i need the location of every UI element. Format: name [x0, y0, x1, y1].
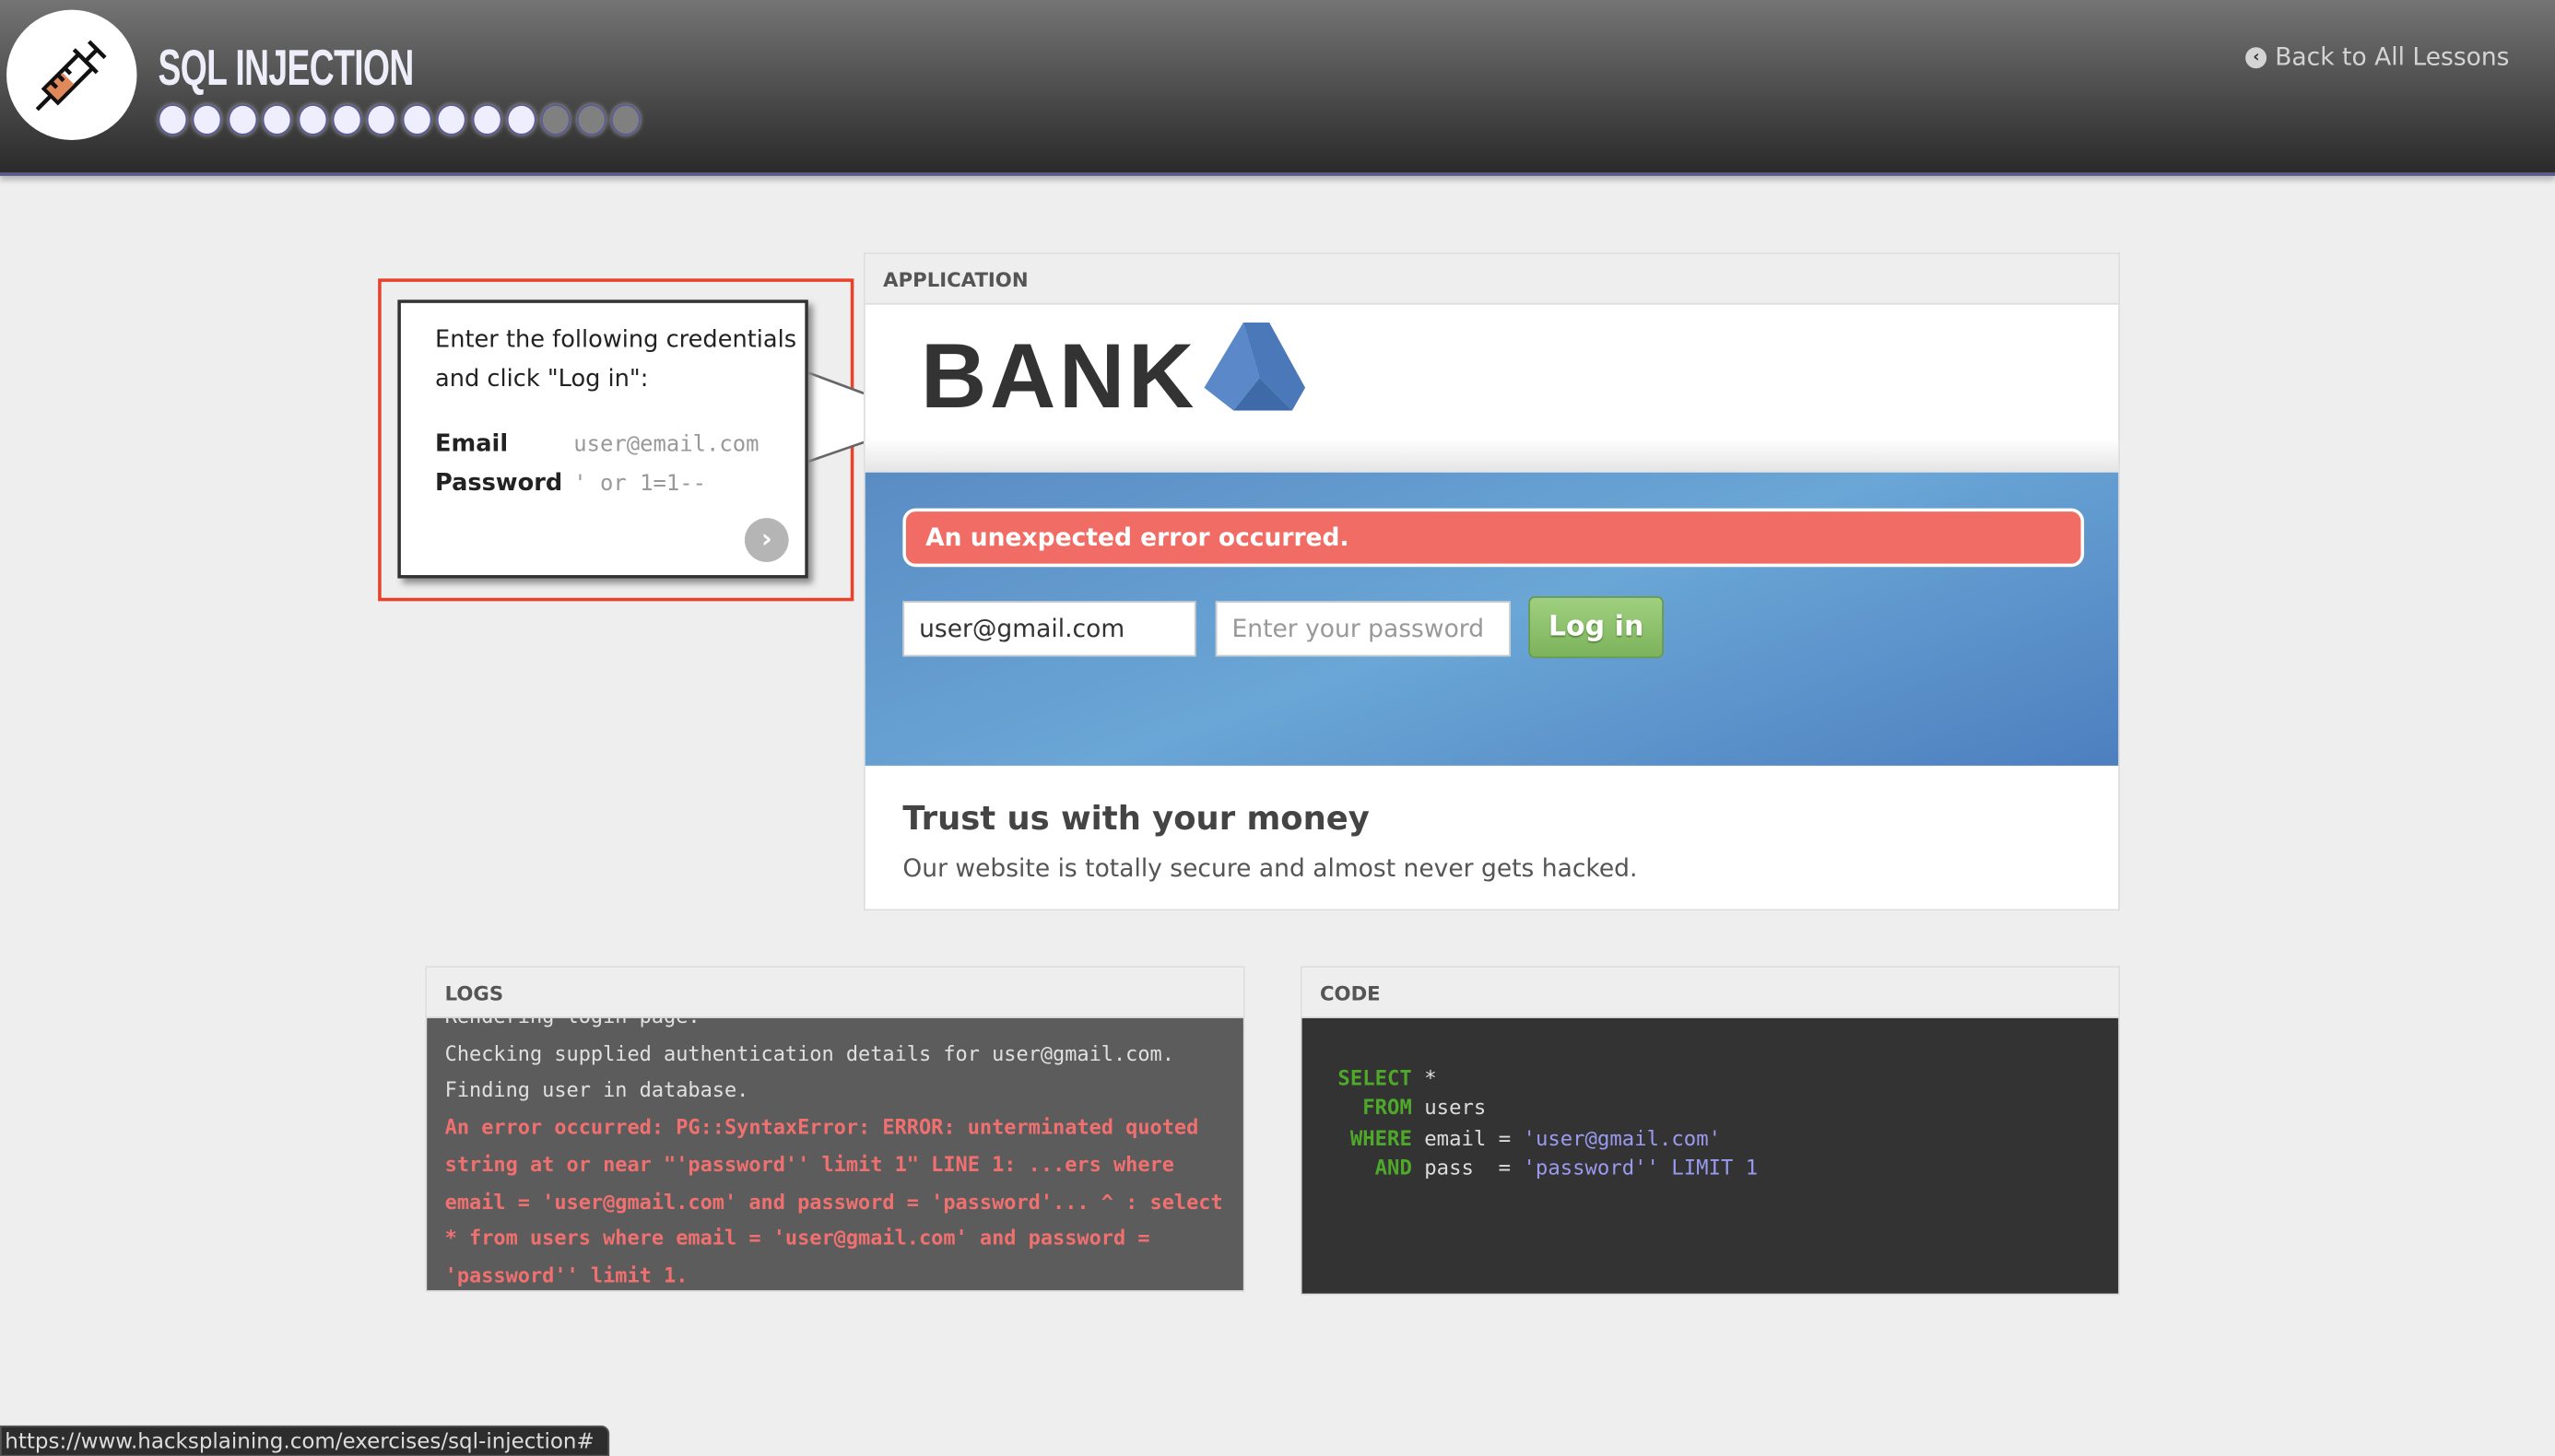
- instructions-text: Enter the following credentials and clic…: [435, 327, 797, 393]
- page: SQL INJECTION ‹ Back to All Lessons Enter…: [0, 0, 2555, 1456]
- progress-dot-incomplete: [541, 104, 571, 135]
- progress-dot-complete: [471, 104, 501, 135]
- sql-text: email =: [1411, 1124, 1524, 1150]
- logs-output[interactable]: Rendering login page. Checking supplied …: [427, 1017, 1243, 1291]
- sql-text: users: [1411, 1095, 1487, 1121]
- logs-heading: LOGS: [427, 968, 1243, 1018]
- sql-text: pass =: [1411, 1155, 1524, 1180]
- log-error: An error occurred: PG::SyntaxError: ERRO…: [444, 1114, 1223, 1287]
- login-button[interactable]: Log in: [1528, 596, 1664, 659]
- logs-panel: LOGS Rendering login page. Checking supp…: [425, 966, 1245, 1292]
- progress-dot-incomplete: [611, 104, 641, 135]
- sql-keyword: AND: [1374, 1155, 1412, 1180]
- sql-string: 'password'' LIMIT 1: [1523, 1155, 1759, 1180]
- progress-dot-complete: [367, 104, 397, 135]
- lesson-title: SQL INJECTION: [158, 39, 414, 97]
- code-heading: CODE: [1301, 968, 2119, 1018]
- status-bar-url: https://www.hacksplaining.com/exercises/…: [0, 1425, 609, 1456]
- password-hint: ' or 1=1--: [573, 470, 706, 498]
- chevron-right-icon[interactable]: ›: [744, 518, 789, 562]
- bank-logo: BANK: [921, 323, 1305, 429]
- progress-dot-complete: [402, 104, 432, 135]
- password-label: Password: [435, 470, 563, 498]
- back-link-label: Back to All Lessons: [2275, 41, 2510, 72]
- progress-dot-complete: [158, 104, 188, 135]
- bank-triangle-icon: [1204, 323, 1305, 411]
- password-input[interactable]: Enter your password: [1215, 601, 1511, 657]
- progress-dot-complete: [228, 104, 257, 135]
- error-banner: An unexpected error occurred.: [902, 508, 2085, 568]
- subtext: Our website is totally secure and almost…: [902, 853, 1638, 884]
- email-input[interactable]: user@gmail.com: [902, 601, 1196, 657]
- progress-dot-complete: [297, 104, 327, 135]
- progress-dot-complete: [506, 104, 536, 135]
- sql-keyword: SELECT: [1337, 1065, 1412, 1090]
- progress-dot-complete: [332, 104, 362, 135]
- instructions-tooltip: Enter the following credentials and clic…: [397, 299, 808, 579]
- login-hero: An unexpected error occurred. user@gmail…: [865, 472, 2119, 766]
- arrow-circle-left-icon: ‹: [2245, 46, 2267, 68]
- progress-dots: [158, 104, 641, 135]
- sql-code: SELECT * FROM users WHERE email = 'user@…: [1301, 1017, 2119, 1294]
- sql-keyword: FROM: [1362, 1095, 1412, 1121]
- email-hint: user@email.com: [573, 431, 759, 458]
- tagline: Trust us with your money: [902, 798, 1370, 838]
- progress-dot-incomplete: [576, 104, 606, 135]
- divider: [865, 438, 2119, 473]
- sql-string: 'user@gmail.com': [1523, 1124, 1722, 1150]
- header: SQL INJECTION ‹ Back to All Lessons: [0, 0, 2555, 176]
- log-line: Checking supplied authentication details…: [444, 1040, 1174, 1065]
- log-line: Rendering login page.: [445, 1018, 1226, 1036]
- email-label: Email: [435, 431, 509, 458]
- sql-text: *: [1411, 1065, 1437, 1090]
- application-panel: APPLICATION BANK An unexpected error occ…: [863, 252, 2120, 911]
- progress-dot-complete: [193, 104, 223, 135]
- log-line: Finding user in database.: [444, 1077, 749, 1102]
- bank-logo-text: BANK: [920, 323, 1197, 428]
- progress-dot-complete: [437, 104, 466, 135]
- back-to-lessons-link[interactable]: ‹ Back to All Lessons: [2245, 41, 2510, 72]
- sql-keyword: WHERE: [1349, 1124, 1412, 1150]
- application-heading: APPLICATION: [865, 253, 2119, 305]
- code-panel: CODE SELECT * FROM users WHERE email = '…: [1300, 966, 2120, 1296]
- syringe-icon: [6, 9, 137, 141]
- progress-dot-complete: [262, 104, 292, 135]
